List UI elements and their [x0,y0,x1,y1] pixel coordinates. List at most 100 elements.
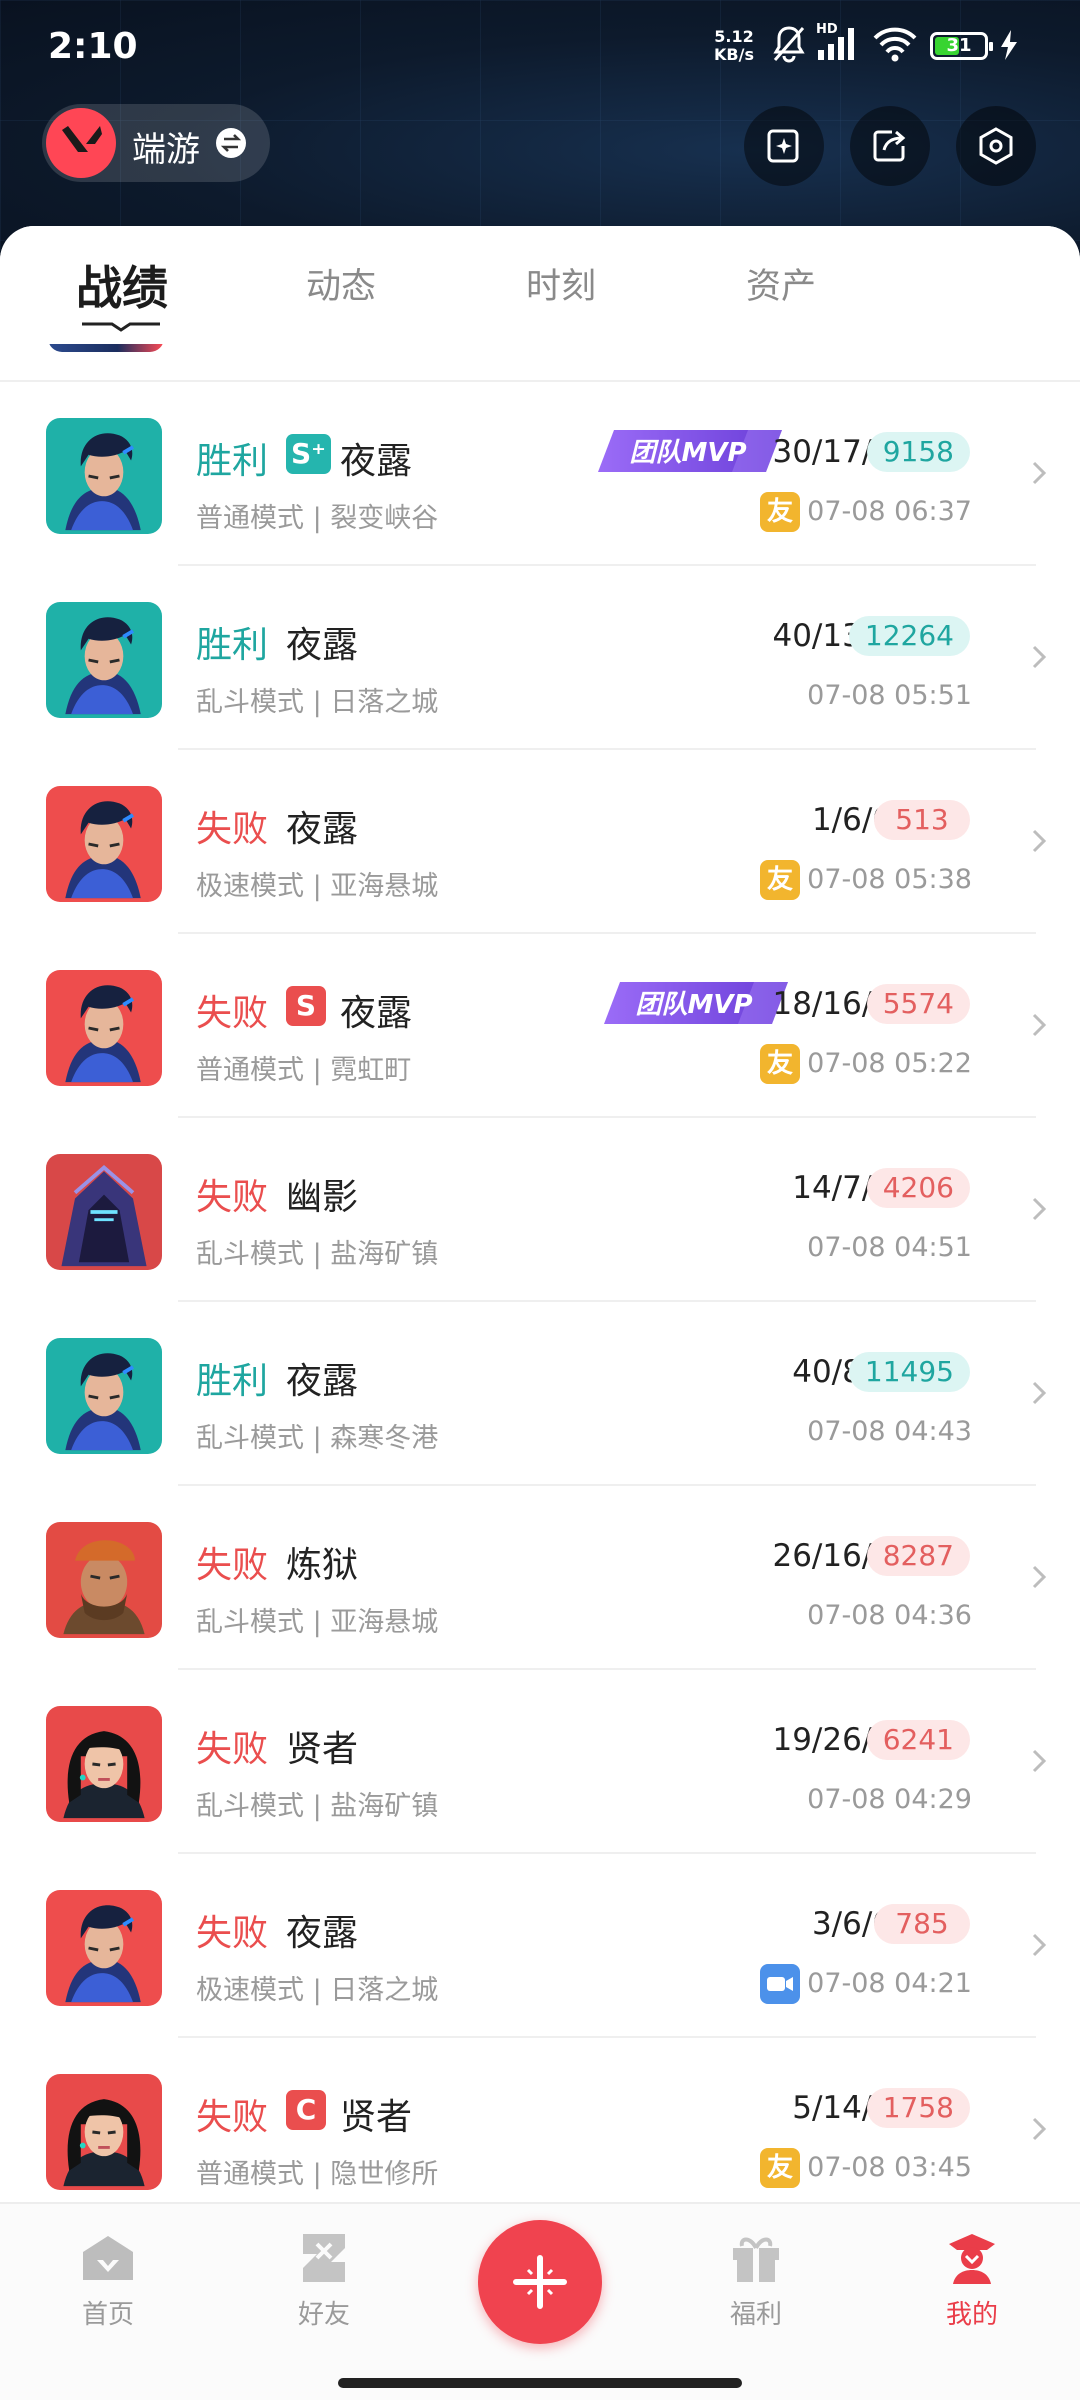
match-date: 07-08 05:38 [807,864,972,895]
rank-badge: S⁺ [286,434,331,474]
share-button[interactable] [850,106,930,186]
profile-icon [949,2234,995,2284]
match-score: 4206 [866,1168,970,1208]
tab-stats[interactable]: 战绩 [76,252,168,318]
match-mode-map: 极速模式 | 亚海悬城 [196,871,439,902]
chevron-right-icon [1026,2116,1052,2142]
chevron-right-icon [1026,1564,1052,1590]
match-result: 胜利 [196,1361,269,1402]
account-switcher[interactable]: 端游 [42,104,270,182]
agent-portrait-art [46,786,162,902]
agent-name: 贤者 [340,2097,413,2138]
network-speed-value: 5.12 [714,27,754,46]
nav-home[interactable]: 首页 [48,2230,168,2331]
match-result: 失败 [196,993,269,1034]
header: 2:10 5.12 KB/s HD 31 端游 [0,0,1080,250]
match-score: 11495 [848,1352,970,1392]
match-row[interactable]: 失败 S 夜露 普通模式 | 霓虹町 团队MVP 18/16/7 5574 友 07-08 05… [0,934,1080,1118]
match-date: 07-08 04:43 [807,1416,972,1447]
nav-profile-label: 我的 [945,2300,998,2330]
settings-hexagon-icon [979,127,1013,165]
match-mode-map: 普通模式 | 霓虹町 [196,1055,412,1086]
match-mode-map: 极速模式 | 日落之城 [196,1975,439,2006]
nav-profile[interactable]: 我的 [912,2230,1032,2331]
status-bar: 2:10 5.12 KB/s HD 31 [0,0,1080,90]
partial-list-item [0,328,1080,382]
match-date: 07-08 04:36 [807,1600,972,1631]
agent-name: 夜露 [286,625,359,666]
tab-assets[interactable]: 资产 [746,258,816,309]
match-row[interactable]: 失败 C 贤者 普通模式 | 隐世修所 5/14/2 1758 友 07-08 03:45 [0,2038,1080,2202]
bottom-nav: 首页 好友 福利 我的 [0,2202,1080,2400]
signal-hd-label: HD [816,22,838,37]
match-row[interactable]: 胜利 夜露 乱斗模式 | 森寒冬港 40/8/2 11495 07-08 04:43 [0,1302,1080,1486]
wifi-icon [872,24,918,68]
chevron-right-icon [1026,1932,1052,1958]
match-row[interactable]: 失败 贤者 乱斗模式 | 盐海矿镇 19/26/8 6241 07-08 04:29 [0,1670,1080,1854]
gift-icon [733,2237,779,2282]
charging-icon [1000,30,1018,64]
match-result: 失败 [196,1913,269,1954]
chevron-right-icon [1026,828,1052,854]
match-row[interactable]: 失败 夜露 极速模式 | 日落之城 3/6/0 785 07-08 04:21 [0,1854,1080,2038]
agent-portrait-art [46,602,162,718]
share-icon [873,130,906,162]
agent-name: 夜露 [286,1913,359,1954]
friend-party-icon: 友 [760,492,800,532]
match-result: 失败 [196,809,269,850]
match-date: 07-08 05:51 [807,680,972,711]
team-mvp-label: 团队MVP [629,438,746,468]
match-result: 失败 [196,1177,269,1218]
nav-rewards[interactable]: 福利 [696,2230,816,2331]
agent-portrait-art [46,1154,162,1270]
match-score: 6241 [866,1720,970,1760]
tab-active-indicator [82,322,160,332]
match-row[interactable]: 失败 夜露 极速模式 | 亚海悬城 1/6/0 513 友 07-08 05:38 [0,750,1080,934]
match-result: 胜利 [196,441,269,482]
agent-portrait-art [46,970,162,1086]
match-result: 失败 [196,2097,269,2138]
create-post-button[interactable] [478,2220,602,2344]
agent-avatar [46,1890,162,2006]
agent-name: 夜露 [286,1361,359,1402]
chevron-right-icon [1026,1748,1052,1774]
match-result: 胜利 [196,625,269,666]
agent-name: 贤者 [286,1729,359,1770]
network-speed: 5.12 KB/s [714,28,754,64]
team-mvp-icon: 团队MVP [598,430,782,472]
agent-avatar [46,786,162,902]
valorant-logo-icon [46,108,116,178]
match-row[interactable]: 胜利 夜露 乱斗模式 | 日落之城 40/13/7 12264 07-08 05:51 [0,566,1080,750]
tab-moments[interactable]: 时刻 [526,258,596,309]
match-score: 9158 [866,432,970,472]
match-row[interactable]: 失败 幽影 乱斗模式 | 盐海矿镇 14/7/2 4206 07-08 04:51 [0,1118,1080,1302]
tab-bar: 战绩 动态 时刻 资产 [0,226,1080,344]
agent-avatar [46,2074,162,2190]
team-mvp-badge: 团队MVP [598,426,786,476]
match-date: 07-08 03:45 [807,2152,972,2183]
team-mvp-badge: 团队MVP [604,978,792,1028]
edit-card-icon [767,129,799,163]
gesture-home-indicator[interactable] [338,2378,742,2388]
friends-icon [303,2234,345,2282]
nav-friends[interactable]: 好友 [264,2230,384,2331]
friend-party-icon: 友 [760,2148,800,2188]
match-row[interactable]: 失败 炼狱 乱斗模式 | 亚海悬城 26/16/7 8287 07-08 04:36 [0,1486,1080,1670]
agent-portrait-art [46,1890,162,2006]
chevron-right-icon [1026,644,1052,670]
edit-card-button[interactable] [744,106,824,186]
agent-portrait-art [46,418,162,534]
video-replay-icon [760,1964,800,2004]
agent-portrait-art [46,1706,162,1822]
chevron-right-icon [1026,1380,1052,1406]
match-mode-map: 乱斗模式 | 森寒冬港 [196,1423,439,1454]
match-mode-map: 乱斗模式 | 盐海矿镇 [196,1239,439,1270]
match-date: 07-08 04:51 [807,1232,972,1263]
rank-badge: C [286,2090,326,2130]
match-row[interactable]: 胜利 S⁺ 夜露 普通模式 | 裂变峡谷 团队MVP 30/17/6 9158 友 07-08 … [0,382,1080,566]
match-score: 8287 [866,1536,970,1576]
tab-feed[interactable]: 动态 [306,258,376,309]
signal-icon: HD [816,22,862,68]
settings-button[interactable] [956,106,1036,186]
agent-avatar [46,1338,162,1454]
